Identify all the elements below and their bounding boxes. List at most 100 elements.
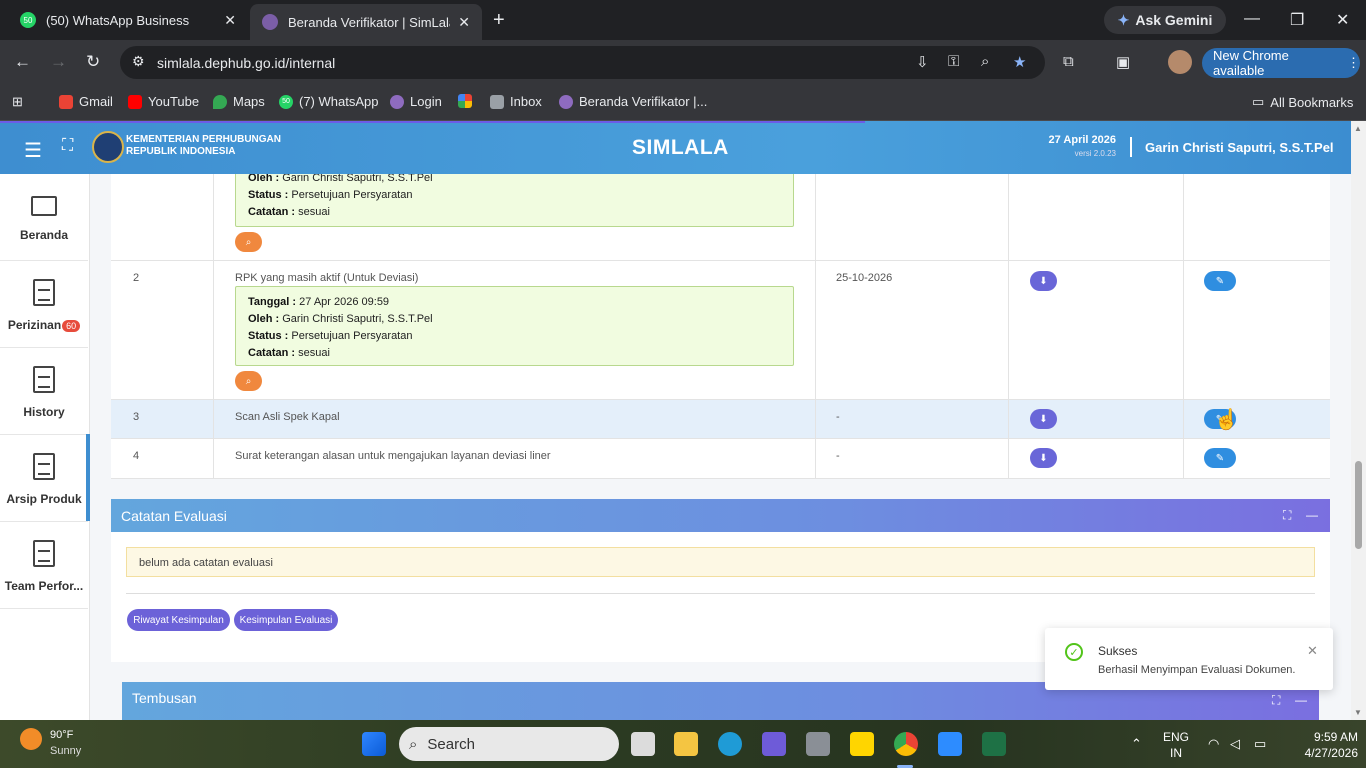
show-hidden-icons-icon[interactable]: ⌃ [1131,736,1142,752]
close-tab-icon[interactable]: ✕ [458,14,470,31]
maximize-card-icon[interactable]: ⛶ [1272,693,1280,708]
note-oleh: Oleh : Garin Christi Saputri, S.S.T.Pel [248,174,781,187]
system-clock[interactable]: 9:59 AM 4/27/2026 [1290,729,1358,761]
bookmark-whatsapp[interactable]: 50 (7) WhatsApp [279,94,378,109]
hamburger-menu-icon[interactable]: ☰ [24,138,42,163]
page-scrollbar[interactable]: ▲ ▼ [1351,121,1366,720]
taskbar-search[interactable]: ⌕ Search [399,727,619,761]
wifi-icon[interactable]: ◠ [1208,736,1219,752]
label-catatan: Catatan : [248,206,296,218]
close-tab-icon[interactable]: ✕ [224,12,236,29]
maximize-icon[interactable]: ❐ [1290,10,1304,30]
collapse-card-icon[interactable]: — [1295,693,1307,707]
tab-title: (50) WhatsApp Business [46,12,190,28]
battery-icon[interactable]: ▭ [1254,736,1266,752]
zoom-history-button[interactable]: ⌕ [235,371,262,391]
simlala-favicon-icon [262,14,278,30]
chrome-icon[interactable] [894,732,918,756]
sidebar-item-beranda[interactable]: Beranda [0,174,88,261]
install-app-icon[interactable]: ⇩ [916,53,929,71]
forward-icon[interactable]: → [50,52,67,72]
bookmark-gmail[interactable]: Gmail [59,94,113,109]
new-chrome-available-button[interactable]: New Chrome available ⋮ [1202,48,1360,78]
minimize-icon[interactable]: — [1244,10,1260,28]
bookmark-label: Inbox [510,94,542,109]
apps-grid-icon[interactable]: ⊞ [12,94,23,110]
zoom-icon[interactable]: ⌕ [981,53,989,70]
bookmark-photos[interactable] [458,94,472,108]
ministry-name: KEMENTERIAN PERHUBUNGAN REPUBLIK INDONES… [126,134,281,158]
card-header: Catatan Evaluasi ⛶ — [111,499,1330,532]
evaluation-note-empty: belum ada catatan evaluasi [126,547,1315,577]
url-text[interactable]: simlala.dephub.go.id/internal [157,55,335,71]
new-tab-icon[interactable]: + [493,9,505,32]
sticky-notes-icon[interactable] [850,732,874,756]
edit-button[interactable]: ✎ [1204,271,1236,291]
collapse-card-icon[interactable]: — [1306,508,1318,522]
button-label: Riwayat Kesimpulan [133,614,224,626]
tab-search-icon[interactable]: ▣ [1116,53,1130,71]
volume-icon[interactable]: ◁ [1230,736,1240,752]
extensions-icon[interactable]: ⧉ [1063,53,1074,70]
toast-title: Sukses [1098,644,1138,658]
kesimpulan-evaluasi-button[interactable]: Kesimpulan Evaluasi [234,609,338,631]
sidebar-item-team-performance[interactable]: Team Perfor... [0,522,88,609]
app-version: versi 2.0.23 [1074,149,1116,158]
ask-gemini-button[interactable]: ✦ Ask Gemini [1104,6,1226,34]
document-icon [33,279,55,306]
camera-icon[interactable] [806,732,830,756]
bookmark-beranda-verifikator[interactable]: Beranda Verifikator |... [559,94,707,109]
mail-icon [490,94,504,109]
edge-icon[interactable] [718,732,742,756]
download-button[interactable]: ⬇ [1030,271,1057,291]
maximize-card-icon[interactable]: ⛶ [1283,508,1291,523]
input-language[interactable]: ENG IN [1163,729,1189,761]
tab-whatsapp-business[interactable]: 50 (50) WhatsApp Business ✕ [8,0,248,40]
sidebar-item-perizinan[interactable]: Perizinan 60 [0,261,88,348]
bookmark-login[interactable]: Login [390,94,442,109]
ministry-logo [92,131,124,163]
scroll-up-icon[interactable]: ▲ [1354,124,1362,133]
riwayat-kesimpulan-button[interactable]: Riwayat Kesimpulan [127,609,230,631]
close-toast-icon[interactable]: ✕ [1307,643,1318,659]
download-button[interactable]: ⬇ [1030,409,1057,429]
sidebar-item-arsip-produk[interactable]: Arsip Produk [0,435,88,522]
zoom-history-button[interactable]: ⌕ [235,232,262,252]
bookmark-inbox[interactable]: Inbox [490,94,542,109]
address-bar[interactable]: ⚙ simlala.dephub.go.id/internal [120,46,1045,79]
all-bookmarks[interactable]: ▭ All Bookmarks [1252,94,1353,110]
bookmark-youtube[interactable]: YouTube [128,94,199,109]
weather-sun-icon[interactable] [20,728,42,750]
fullscreen-icon[interactable]: ⛶ [62,137,73,155]
edit-button[interactable]: ✎ [1204,448,1236,468]
reload-icon[interactable]: ↻ [86,52,100,72]
sidebar-item-label: Perizinan 60 [8,318,81,332]
close-window-icon[interactable]: ✕ [1336,10,1349,30]
scrollbar-thumb[interactable] [1355,461,1362,549]
column-divider [815,174,816,479]
sidebar-item-history[interactable]: History [0,348,88,435]
language-code: ENG [1163,730,1190,744]
file-explorer-icon[interactable] [674,732,698,756]
keyboard-layout: IN [1170,746,1182,760]
excel-icon[interactable] [982,732,1006,756]
user-name[interactable]: Garin Christi Saputri, S.S.T.Pel [1145,140,1334,155]
bookmark-star-icon[interactable]: ★ [1013,53,1026,71]
download-button[interactable]: ⬇ [1030,448,1057,468]
copilot-icon[interactable] [762,732,786,756]
edit-icon: ✎ [1215,452,1225,464]
windows-start-icon[interactable] [362,732,386,756]
document-name: RPK yang masih aktif (Untuk Deviasi) [235,272,419,284]
profile-avatar[interactable] [1168,50,1192,74]
zoom-app-icon[interactable] [938,732,962,756]
back-icon[interactable]: ← [14,52,31,72]
tab-simlala[interactable]: Beranda Verifikator | SimLala ✕ [250,4,482,40]
bookmark-maps[interactable]: Maps [213,94,265,109]
site-info-icon[interactable]: ⚙ [132,53,145,70]
column-divider [213,174,214,479]
task-view-icon[interactable] [631,732,655,756]
note-catatan: Catatan : sesuai [248,204,781,221]
password-key-icon[interactable]: ⚿ [948,53,959,70]
more-menu-icon: ⋮ [1347,55,1360,70]
scroll-down-icon[interactable]: ▼ [1354,708,1362,717]
